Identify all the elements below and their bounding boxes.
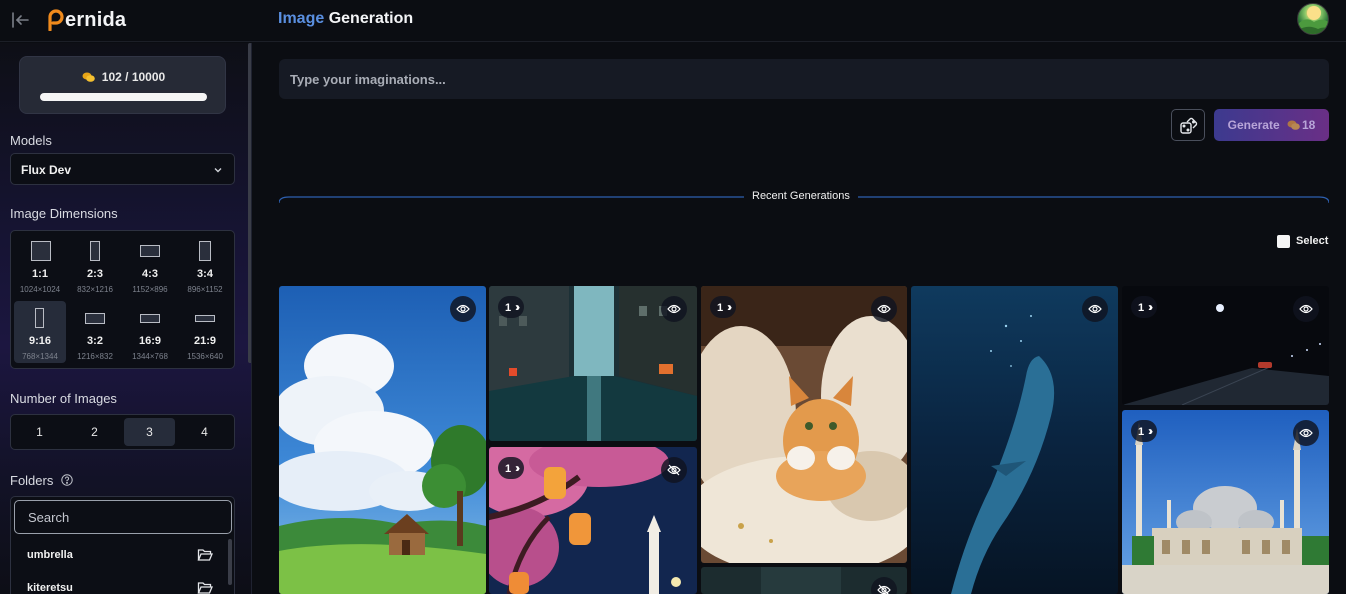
folder-item[interactable]: kiteretsu [11, 573, 226, 594]
sidebar-scrollbar[interactable] [248, 43, 251, 363]
folder-search-input[interactable] [14, 500, 232, 534]
double-chevron-icon: ›› [515, 461, 520, 475]
models-label: Models [10, 133, 52, 148]
dimension-option-9-16[interactable]: 9:16 768×1344 [14, 301, 66, 363]
visibility-toggle[interactable] [1293, 420, 1319, 446]
double-chevron-icon: ›› [1148, 424, 1153, 438]
coins-icon [1287, 120, 1300, 130]
logo-text: ernida [65, 8, 127, 31]
number-option-1[interactable]: 1 [14, 418, 65, 446]
batch-badge[interactable]: 1 ›› [498, 457, 525, 479]
top-bar: ernida Image Generation [0, 0, 1346, 42]
ratio-ultrawide-icon [195, 315, 215, 322]
visibility-toggle[interactable] [871, 296, 897, 322]
open-folder-icon[interactable] [197, 547, 213, 563]
folders-header: Folders [10, 473, 73, 488]
prompt-input[interactable] [279, 59, 1329, 99]
number-of-images-label: Number of Images [10, 391, 117, 406]
double-chevron-icon: ›› [727, 300, 732, 314]
eye-icon [1088, 304, 1102, 314]
credits-progress-bar [40, 93, 207, 101]
credits-count: 102 / 10000 [101, 70, 166, 84]
chevron-down-icon [214, 168, 222, 173]
folder-item[interactable]: umbrella [11, 540, 226, 572]
select-label: Select [1296, 235, 1329, 247]
dimension-option-1-1[interactable]: 1:1 1024×1024 [14, 234, 66, 296]
number-option-2[interactable]: 2 [69, 418, 120, 446]
gallery-image-night-road[interactable]: 1 ›› [1122, 286, 1329, 405]
dimension-option-16-9[interactable]: 16:9 1344×768 [124, 301, 176, 363]
ratio-wide-icon [140, 314, 160, 323]
sidebar: 102 / 10000 Models Flux Dev Image Dimens… [0, 43, 252, 594]
dice-icon [1180, 117, 1198, 134]
generate-cost: 18 [1302, 118, 1316, 132]
visibility-toggle[interactable] [450, 296, 476, 322]
model-select[interactable]: Flux Dev [10, 153, 235, 185]
ratio-landscape-icon [85, 313, 105, 324]
number-option-4[interactable]: 4 [179, 418, 230, 446]
coins-icon [82, 72, 95, 82]
eye-icon [456, 304, 470, 314]
number-option-3[interactable]: 3 [124, 418, 175, 446]
eye-icon [667, 304, 681, 314]
gallery-image-mosque[interactable]: 1 ›› [1122, 410, 1329, 594]
visibility-toggle[interactable] [1082, 296, 1108, 322]
gallery-image-underwater-whale[interactable] [911, 286, 1118, 594]
batch-badge[interactable]: 1 ›› [1131, 420, 1158, 442]
app-logo[interactable]: ernida [46, 8, 126, 32]
logo-mark-icon [48, 9, 64, 31]
gallery-image-rainy-street[interactable]: 1 ›› [489, 286, 697, 441]
double-chevron-icon: ›› [1148, 300, 1153, 314]
eye-off-icon [877, 584, 891, 594]
gallery-image-orange-kitten[interactable]: 1 ›› [701, 286, 907, 563]
folders-scrollbar[interactable] [228, 539, 232, 585]
generate-button[interactable]: Generate 18 [1214, 109, 1329, 141]
model-select-value: Flux Dev [21, 163, 72, 177]
gallery-image-dark-teal[interactable] [701, 567, 907, 594]
gallery-image-cherry-lanterns[interactable]: 1 ›› [489, 447, 697, 594]
select-checkbox[interactable] [1277, 235, 1290, 248]
ratio-portrait-icon [90, 241, 100, 261]
ratio-portrait-icon [199, 241, 211, 261]
random-prompt-button[interactable] [1171, 109, 1205, 141]
ratio-landscape-icon [140, 245, 160, 257]
ratio-tall-icon [35, 308, 44, 328]
open-folder-icon[interactable] [197, 580, 213, 594]
dimension-option-2-3[interactable]: 2:3 832×1216 [69, 234, 121, 296]
user-avatar[interactable] [1297, 3, 1329, 35]
image-dimensions-grid: 1:1 1024×1024 2:3 832×1216 4:3 1152×896 … [10, 230, 235, 369]
eye-icon [877, 304, 891, 314]
visibility-toggle[interactable] [661, 457, 687, 483]
visibility-toggle[interactable] [661, 296, 687, 322]
dimension-option-3-4[interactable]: 3:4 896×1152 [179, 234, 231, 296]
gallery-image-cloud-landscape[interactable] [279, 286, 486, 594]
recent-generations-label: Recent Generations [744, 190, 858, 202]
batch-badge[interactable]: 1 ›› [710, 296, 737, 318]
folders-panel: umbrella kiteretsu [10, 496, 235, 594]
eye-icon [1299, 304, 1313, 314]
eye-off-icon [667, 464, 681, 476]
number-of-images-selector: 1 2 3 4 [10, 414, 235, 450]
dimension-option-4-3[interactable]: 4:3 1152×896 [124, 234, 176, 296]
page-title: Image Generation [278, 10, 414, 27]
visibility-toggle[interactable] [1293, 296, 1319, 322]
image-dimensions-label: Image Dimensions [10, 206, 118, 221]
batch-badge[interactable]: 1 ›› [1131, 296, 1158, 318]
eye-icon [1299, 428, 1313, 438]
ratio-square-icon [31, 241, 51, 261]
credits-card: 102 / 10000 [19, 56, 226, 114]
collapse-sidebar-icon[interactable] [9, 9, 31, 31]
dimension-option-3-2[interactable]: 3:2 1216×832 [69, 301, 121, 363]
folders-label: Folders [10, 473, 54, 488]
double-chevron-icon: ›› [515, 300, 520, 314]
batch-badge[interactable]: 1 ›› [498, 296, 525, 318]
help-circle-icon[interactable] [61, 474, 73, 486]
dimension-option-21-9[interactable]: 21:9 1536×640 [179, 301, 231, 363]
